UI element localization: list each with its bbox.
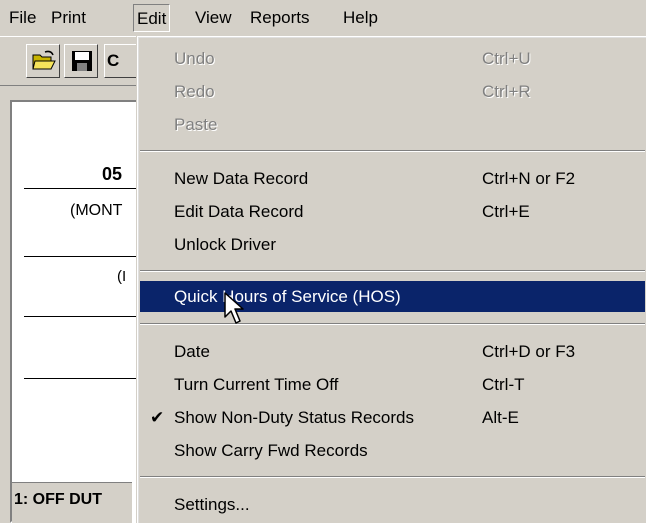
menu-item-label: Edit Data Record bbox=[174, 202, 304, 221]
menu-item-label: Redo bbox=[174, 82, 215, 101]
menu-view[interactable]: View bbox=[192, 4, 235, 32]
menu-item-shortcut: Ctrl+U bbox=[482, 49, 531, 68]
menu-item-label: Unlock Driver bbox=[174, 235, 277, 254]
menu-item-new-data-record[interactable]: New Data Record Ctrl+N or F2 bbox=[140, 163, 645, 194]
menu-item-shortcut: Ctrl+R bbox=[482, 82, 531, 101]
menu-reports[interactable]: Reports bbox=[247, 4, 313, 32]
menu-item-show-carry-fwd[interactable]: Show Carry Fwd Records bbox=[140, 435, 645, 466]
menu-item-undo[interactable]: Undo Ctrl+U bbox=[140, 43, 645, 74]
menu-item-label: Date bbox=[174, 342, 210, 361]
status-strip: 1: OFF DUT bbox=[12, 482, 132, 523]
menu-item-label: Settings... bbox=[174, 495, 250, 514]
checkmark-icon: ✔ bbox=[150, 408, 165, 427]
menu-item-edit-data-record[interactable]: Edit Data Record Ctrl+E bbox=[140, 196, 645, 227]
menu-edit[interactable]: Edit bbox=[133, 4, 171, 32]
partial-label: (I bbox=[117, 268, 127, 285]
menu-item-unlock-driver[interactable]: Unlock Driver bbox=[140, 229, 645, 260]
menu-item-label: Quick Hours of Service (HOS) bbox=[174, 287, 401, 306]
menu-help[interactable]: Help bbox=[340, 4, 381, 32]
mouse-pointer-icon bbox=[224, 292, 244, 324]
menu-separator bbox=[140, 270, 645, 272]
menu-item-show-non-duty-status[interactable]: ✔ Show Non-Duty Status Records Alt-E bbox=[140, 402, 645, 433]
menu-item-shortcut: Ctrl+E bbox=[482, 202, 530, 221]
menu-separator bbox=[140, 323, 645, 325]
menu-item-shortcut: Ctrl-T bbox=[482, 375, 525, 394]
open-folder-icon bbox=[32, 50, 56, 70]
save-button[interactable] bbox=[64, 44, 98, 78]
menu-item-label: Paste bbox=[174, 115, 218, 134]
divider bbox=[24, 378, 139, 379]
divider bbox=[24, 188, 139, 189]
menu-item-label: Turn Current Time Off bbox=[174, 375, 339, 394]
menu-item-redo[interactable]: Redo Ctrl+R bbox=[140, 76, 645, 107]
open-button[interactable] bbox=[26, 44, 60, 78]
date-value: 05 bbox=[102, 164, 123, 184]
menu-item-shortcut: Ctrl+D or F3 bbox=[482, 342, 576, 361]
menu-print[interactable]: Print bbox=[48, 4, 89, 32]
menu-item-label: Show Non-Duty Status Records bbox=[174, 408, 414, 427]
menu-file[interactable]: File bbox=[6, 4, 39, 32]
menu-separator bbox=[140, 476, 645, 478]
menu-bar: File Print Edit View Reports Help bbox=[0, 0, 646, 36]
edit-menu-dropdown: Undo Ctrl+U Redo Ctrl+R Paste New Data R… bbox=[137, 36, 646, 523]
menu-item-turn-current-time-off[interactable]: Turn Current Time Off Ctrl-T bbox=[140, 369, 645, 400]
menu-item-date[interactable]: Date Ctrl+D or F3 bbox=[140, 336, 645, 367]
divider bbox=[24, 316, 139, 317]
divider bbox=[24, 256, 139, 257]
menu-item-label: Undo bbox=[174, 49, 215, 68]
menu-item-shortcut: Ctrl+N or F2 bbox=[482, 169, 576, 188]
menu-item-quick-hos[interactable]: Quick Hours of Service (HOS) bbox=[140, 281, 645, 312]
floppy-disk-icon bbox=[72, 51, 92, 71]
month-label: (MONT bbox=[70, 202, 123, 219]
status-row-label: 1: OFF DUT bbox=[14, 491, 102, 508]
menu-item-label: Show Carry Fwd Records bbox=[174, 441, 368, 460]
menu-item-settings[interactable]: Settings... bbox=[140, 489, 645, 520]
menu-item-label: New Data Record bbox=[174, 169, 309, 188]
menu-item-paste[interactable]: Paste bbox=[140, 109, 645, 140]
menu-item-shortcut: Alt-E bbox=[482, 408, 519, 427]
menu-separator bbox=[140, 150, 645, 152]
